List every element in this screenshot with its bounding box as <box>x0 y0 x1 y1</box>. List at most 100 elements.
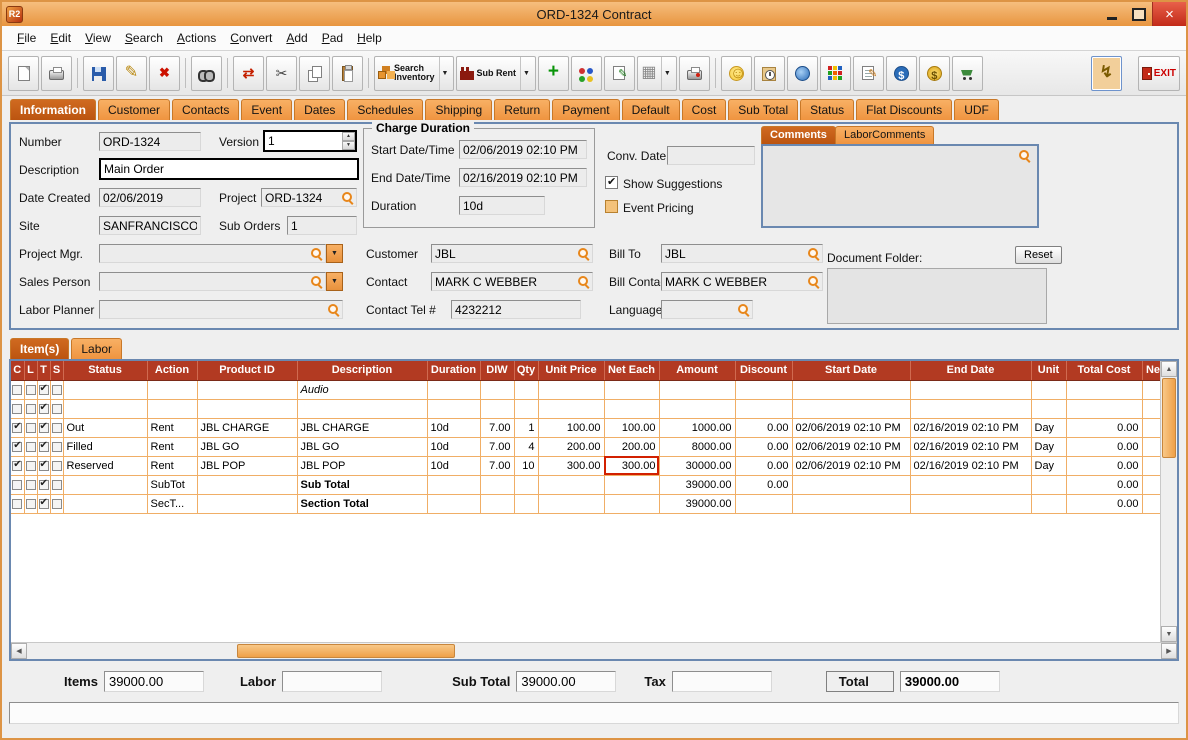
project-input[interactable] <box>262 191 342 205</box>
print-button[interactable] <box>41 56 72 91</box>
search-icon[interactable] <box>311 276 323 288</box>
cell-total_cost[interactable]: 0.00 <box>1066 418 1142 437</box>
row-checkbox[interactable] <box>52 423 62 433</box>
tab-payment[interactable]: Payment <box>552 99 619 120</box>
description-input[interactable] <box>99 158 359 180</box>
horizontal-scroll-track[interactable] <box>27 643 1161 659</box>
column-header-start_date[interactable]: Start Date <box>792 361 910 380</box>
cell-unit_price[interactable]: 200.00 <box>538 437 604 456</box>
column-header-net_each[interactable]: Net Each <box>604 361 659 380</box>
cell-product_id[interactable]: JBL CHARGE <box>197 418 297 437</box>
project-mgr-dropdown[interactable]: ▼ <box>326 244 343 263</box>
row-checkbox[interactable] <box>52 442 62 452</box>
row-checkbox[interactable] <box>12 404 22 414</box>
sales-person-field[interactable] <box>99 272 326 291</box>
tab-customer[interactable]: Customer <box>98 99 170 120</box>
column-header-qty[interactable]: Qty <box>514 361 538 380</box>
cell-t[interactable] <box>37 437 50 456</box>
cell-total_cost[interactable] <box>1066 399 1142 418</box>
row-checkbox[interactable] <box>26 480 36 490</box>
search-icon[interactable] <box>311 248 323 260</box>
tab-schedules[interactable]: Schedules <box>347 99 423 120</box>
cell-l[interactable] <box>24 494 37 513</box>
new-button[interactable] <box>8 56 39 91</box>
search-icon[interactable] <box>342 192 354 204</box>
cell-discount[interactable]: 0.00 <box>735 456 792 475</box>
cell-diw[interactable] <box>480 380 514 399</box>
cell-net_each[interactable]: 200.00 <box>604 437 659 456</box>
cell-qty[interactable] <box>514 475 538 494</box>
cell-s[interactable] <box>50 380 63 399</box>
cell-unit[interactable]: Day <box>1031 418 1066 437</box>
language-input[interactable] <box>662 303 738 317</box>
row-checkbox[interactable] <box>39 499 49 509</box>
cell-t[interactable] <box>37 380 50 399</box>
contact-tel-input[interactable] <box>451 300 581 319</box>
cell-discount[interactable]: 0.00 <box>735 437 792 456</box>
customer-input[interactable] <box>432 247 578 261</box>
cell-l[interactable] <box>24 437 37 456</box>
cell-net_each[interactable] <box>604 494 659 513</box>
cell-net_each[interactable] <box>604 399 659 418</box>
search-icon[interactable] <box>808 248 820 260</box>
scroll-left-button[interactable]: ◀ <box>11 643 27 659</box>
tab-udf[interactable]: UDF <box>954 99 999 120</box>
tab-default[interactable]: Default <box>622 99 680 120</box>
version-input[interactable] <box>265 134 342 148</box>
cell-product_id[interactable] <box>197 475 297 494</box>
row-checkbox[interactable] <box>26 404 36 414</box>
cell-action[interactable]: Rent <box>147 418 197 437</box>
tab-sub-total[interactable]: Sub Total <box>728 99 798 120</box>
cell-t[interactable] <box>37 456 50 475</box>
cell-t[interactable] <box>37 418 50 437</box>
cell-amount[interactable]: 39000.00 <box>659 475 735 494</box>
sales-person-input[interactable] <box>100 275 311 289</box>
menu-pad[interactable]: Pad <box>315 28 350 48</box>
row-checkbox[interactable] <box>39 480 49 490</box>
flash-button[interactable] <box>1091 56 1122 91</box>
cell-end_date[interactable]: 02/16/2019 02:10 PM <box>910 437 1031 456</box>
title-bar[interactable]: R2 ORD-1324 Contract × <box>2 2 1186 26</box>
table-row[interactable]: SecT...Section Total39000.000.00 <box>11 494 1160 513</box>
vertical-scrollbar[interactable]: ▲ ▼ <box>1160 361 1177 642</box>
row-checkbox[interactable] <box>12 385 22 395</box>
cell-amount[interactable] <box>659 399 735 418</box>
cell-s[interactable] <box>50 418 63 437</box>
customer-service-button[interactable] <box>721 56 752 91</box>
row-checkbox[interactable] <box>39 385 49 395</box>
cell-qty[interactable]: 10 <box>514 456 538 475</box>
cell-action[interactable]: Rent <box>147 437 197 456</box>
menu-file[interactable]: File <box>10 28 43 48</box>
column-header-product_id[interactable]: Product ID <box>197 361 297 380</box>
cell-c[interactable] <box>11 437 24 456</box>
add-button[interactable] <box>538 56 569 91</box>
paste-button[interactable] <box>332 56 363 91</box>
search-icon[interactable] <box>1019 150 1031 162</box>
column-header-status[interactable]: Status <box>63 361 147 380</box>
vertical-scroll-thumb[interactable] <box>1162 378 1176 458</box>
cell-product_id[interactable] <box>197 380 297 399</box>
cell-description[interactable]: JBL GO <box>297 437 427 456</box>
cell-action[interactable]: SecT... <box>147 494 197 513</box>
search-icon[interactable] <box>578 248 590 260</box>
end-datetime-input[interactable] <box>459 168 587 187</box>
cell-diw[interactable] <box>480 399 514 418</box>
cell-end_date[interactable] <box>910 494 1031 513</box>
subtotal-field[interactable] <box>516 671 616 692</box>
row-checkbox[interactable] <box>12 480 22 490</box>
notes-button[interactable] <box>604 56 635 91</box>
version-field[interactable]: ▲▼ <box>263 130 357 152</box>
cell-amount[interactable]: 39000.00 <box>659 494 735 513</box>
column-header-discount[interactable]: Discount <box>735 361 792 380</box>
cell-c[interactable] <box>11 475 24 494</box>
menu-edit[interactable]: Edit <box>43 28 78 48</box>
cell-unit[interactable] <box>1031 494 1066 513</box>
cell-qty[interactable]: 4 <box>514 437 538 456</box>
payments-button[interactable] <box>919 56 950 91</box>
project-field[interactable] <box>261 188 357 207</box>
cell-total_cost[interactable]: 0.00 <box>1066 494 1142 513</box>
horizontal-scroll-thumb[interactable] <box>237 644 455 658</box>
exit-button[interactable]: EXIT <box>1138 56 1180 91</box>
cell-unit[interactable] <box>1031 399 1066 418</box>
cell-start_date[interactable] <box>792 494 910 513</box>
